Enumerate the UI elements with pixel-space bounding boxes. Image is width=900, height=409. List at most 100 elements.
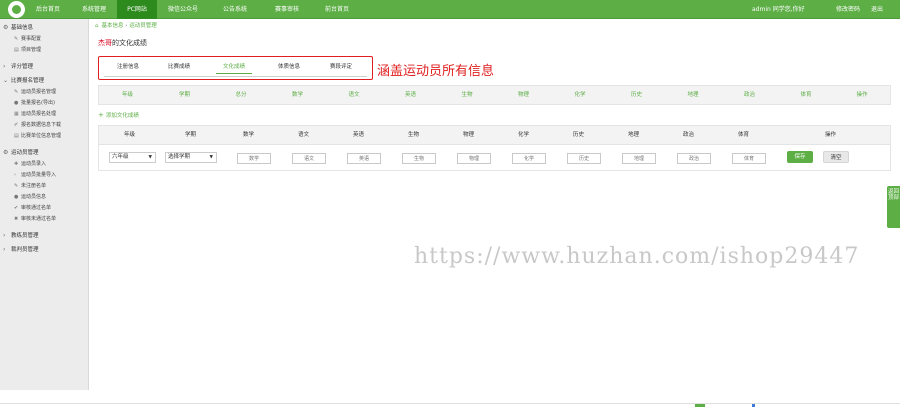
chinese-input[interactable] (292, 153, 326, 164)
edit-header-cell: 英语 (352, 132, 364, 138)
sidebar-item-label: 报名数据信息下载 (21, 122, 62, 128)
sidebar-item-project[interactable]: ▤ 项目管理 (0, 46, 89, 55)
sidebar-group-athletes[interactable]: ⚙ 运动员管理 (0, 148, 89, 158)
breadcrumb-level2[interactable]: 运动员管理 (129, 23, 157, 29)
gear-icon: ⚙ (3, 149, 9, 156)
nav-home[interactable]: 后台首页 (28, 0, 68, 19)
sidebar-item-rejected[interactable]: ✖ 审核未通过名单 (0, 215, 89, 224)
caret-down-icon: ▼ (209, 155, 213, 160)
grid-icon: ▦ (14, 111, 19, 117)
sidebar-group-referees[interactable]: › 裁判员管理 (0, 245, 89, 255)
term-select-value: 选择学期 (168, 154, 191, 160)
page-title: 杰哥的文化成绩 (98, 38, 147, 48)
sidebar-item-data-download[interactable]: ✐ 报名数据信息下载 (0, 121, 89, 130)
summary-header-cell: 学期 (178, 92, 190, 98)
edit-header-cell: 语文 (297, 132, 309, 138)
add-academic-score-link[interactable]: + 添加文化成绩 (98, 110, 139, 120)
sidebar-item-label: 项目管理 (21, 47, 42, 53)
nav-pc-site[interactable]: PC网站 (117, 0, 157, 19)
math-input[interactable] (237, 153, 271, 164)
sidebar-item-event-config[interactable]: ✎ 赛事配置 (0, 35, 89, 44)
user-icon: ● (14, 100, 19, 106)
sidebar-group-scoring[interactable]: › 评分管理 (0, 62, 89, 72)
sidebar-item-label: 运动员批量导入 (21, 172, 57, 178)
summary-header-cell: 物理 (517, 92, 529, 98)
wrench-icon: ✎ (14, 183, 19, 189)
footer-accent-blue (752, 404, 755, 407)
nav-frontend[interactable]: 前台首页 (315, 0, 359, 19)
document-icon: ▤ (14, 133, 19, 139)
tab-academic[interactable]: 文化成绩 (216, 61, 252, 74)
sidebar-group-basic[interactable]: ⚙ 基础信息 (0, 23, 89, 33)
biology-input[interactable] (402, 153, 436, 164)
tabs-container: 注册信息 比赛成绩 文化成绩 体质信息 赛段评定 (98, 56, 373, 80)
chemistry-input[interactable] (512, 153, 546, 164)
tab-registration[interactable]: 注册信息 (110, 61, 146, 74)
tab-competition[interactable]: 比赛成绩 (161, 61, 197, 74)
check-icon: ✔ (14, 205, 19, 211)
back-to-top-tab[interactable]: 返回顶部 (887, 186, 900, 228)
sidebar-item-unit-info[interactable]: ▤ 比赛单位信息管理 (0, 132, 89, 141)
footer-accent (695, 404, 705, 407)
sidebar-item-label: 运动员报名处理 (21, 111, 57, 117)
breadcrumb-level1[interactable]: 基本信息 (102, 23, 124, 29)
cross-icon: ✖ (14, 216, 19, 222)
sidebar-item-athlete-registration[interactable]: ✎ 运动员报名管理 (0, 88, 89, 97)
edit-header-cell: 年级 (123, 132, 135, 138)
wrench-icon: ✎ (14, 89, 19, 95)
grade-select-value: 六年级 (112, 154, 129, 160)
summary-header-cell: 政治 (743, 92, 755, 98)
athlete-name: 杰哥 (98, 39, 112, 47)
clear-button[interactable]: 清空 (823, 151, 849, 163)
sidebar-item-approved[interactable]: ✔ 审核通过名单 (0, 204, 89, 213)
sidebar-group-label: 评分管理 (11, 64, 34, 70)
physics-input[interactable] (457, 153, 491, 164)
nav-event-review[interactable]: 赛事审核 (265, 0, 309, 19)
logout-link[interactable]: 退出 (871, 0, 883, 19)
edit-table-row: 六年级 ▼ 选择学期 ▼ 保存 清空 (98, 145, 891, 171)
history-input[interactable] (567, 153, 601, 164)
nav-system[interactable]: 系统管理 (72, 0, 116, 19)
sidebar-item-athlete-entry[interactable]: ✚ 运动员录入 (0, 160, 89, 169)
edit-table-header: 年级 学期 数学 语文 英语 生物 物理 化学 历史 地理 政治 体育 操作 (98, 125, 891, 145)
summary-header-cell: 年级 (121, 92, 133, 98)
edit-header-cell: 体育 (737, 132, 749, 138)
sidebar-group-registration[interactable]: ⌄ 比赛报名管理 (0, 76, 89, 86)
home-icon[interactable]: ⌂ (95, 23, 99, 29)
user-greeting: admin 同学您,你好 (752, 6, 805, 13)
pe-input[interactable] (732, 153, 766, 164)
sidebar-item-batch-registration[interactable]: ● 批量报名(导出) (0, 99, 89, 108)
chevron-right-icon: › (3, 63, 6, 70)
save-button[interactable]: 保存 (787, 151, 813, 163)
geography-input[interactable] (622, 153, 656, 164)
term-select[interactable]: 选择学期 ▼ (165, 152, 217, 163)
sidebar-item-registration-process[interactable]: ▦ 运动员报名处理 (0, 110, 89, 119)
sidebar-item-athlete-info[interactable]: ● 运动员信息 (0, 193, 89, 202)
sidebar-group-label: 教练员管理 (11, 233, 39, 239)
tab-physical[interactable]: 体质信息 (271, 61, 307, 74)
logo-icon (8, 1, 25, 18)
tab-stage-rating[interactable]: 赛段评定 (323, 61, 359, 74)
nav-notice[interactable]: 公告系统 (213, 0, 257, 19)
summary-header-cell: 语文 (348, 92, 360, 98)
english-input[interactable] (347, 153, 381, 164)
politics-input[interactable] (677, 153, 711, 164)
sidebar-group-label: 裁判员管理 (11, 247, 39, 253)
summary-table-header: 年级 学期 总分 数学 语文 英语 生物 物理 化学 历史 地理 政治 体育 操… (98, 85, 891, 105)
edit-header-cell: 物理 (462, 132, 474, 138)
change-password-link[interactable]: 修改密码 (836, 0, 860, 19)
breadcrumb: ⌂ 基本信息 › 运动员管理 (95, 20, 157, 32)
sidebar-item-athlete-import[interactable]: › 运动员批量导入 (0, 171, 89, 180)
watermark-text: https://www.huzhan.com/ishop29447 (414, 244, 860, 269)
arrow-right-icon: › (14, 172, 16, 178)
app-root: 后台首页 系统管理 PC网站 微信公众号 公告系统 赛事审核 前台首页 admi… (0, 0, 900, 409)
pen-icon: ✐ (14, 122, 19, 128)
summary-header-cell: 数学 (291, 92, 303, 98)
grade-select[interactable]: 六年级 ▼ (109, 152, 156, 163)
user-icon: ● (14, 194, 19, 200)
nav-wechat[interactable]: 微信公众号 (158, 0, 208, 19)
sidebar-item-unregistered[interactable]: ✎ 未注册名单 (0, 182, 89, 191)
summary-header-cell: 总分 (235, 92, 247, 98)
summary-header-cell: 地理 (687, 92, 699, 98)
sidebar-group-coaches[interactable]: › 教练员管理 (0, 231, 89, 241)
